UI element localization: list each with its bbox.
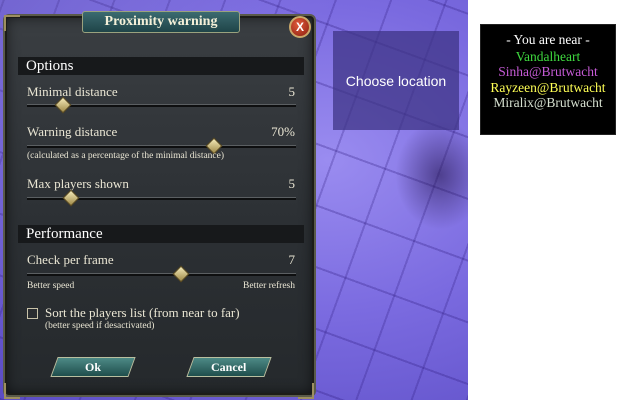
sort-players-label: Sort the players list (from near to far) <box>45 305 240 320</box>
frame-corner <box>4 383 20 399</box>
max-players-label: Max players shown <box>27 176 129 191</box>
choose-location-label: Choose location <box>345 72 447 89</box>
max-players-slider[interactable] <box>27 189 296 207</box>
nearby-player-name: Sinha@Brutwacht <box>498 64 598 79</box>
nearby-header: - You are near - <box>506 32 590 47</box>
frame-corner <box>298 383 314 399</box>
minimal-distance-value: 5 <box>288 84 296 99</box>
warning-distance-note: (calculated as a percentage of the minim… <box>27 151 225 161</box>
minimal-distance-label: Minimal distance <box>27 84 118 99</box>
warning-distance-value: 70% <box>271 124 295 139</box>
check-per-frame-value: 7 <box>288 252 296 267</box>
check-per-frame-label: Check per frame <box>27 252 114 267</box>
nearby-player-name: Vandalheart <box>515 48 581 64</box>
ok-label: Ok <box>84 360 101 374</box>
cancel-label: Cancel <box>211 360 247 374</box>
better-refresh-caption: Better refresh <box>243 281 295 291</box>
sort-players-note: (better speed if desactivated) <box>45 321 155 331</box>
check-per-frame-slider[interactable] <box>27 265 296 283</box>
better-speed-caption: Better speed <box>27 281 75 291</box>
dialog-title: Proximity warning <box>82 11 240 33</box>
frame-corner <box>4 15 20 31</box>
shadow-patch <box>395 120 468 230</box>
nearby-players-box: - You are near - Vandalheart Sinha@Brutw… <box>480 24 616 135</box>
options-heading: Options <box>18 57 304 75</box>
close-icon[interactable]: X <box>289 16 311 38</box>
nearby-player-name: Miralix@Brutwacht <box>493 95 603 110</box>
choose-location-overlay[interactable]: Choose location <box>333 31 459 130</box>
ok-button[interactable]: Ok <box>50 357 136 377</box>
warning-distance-slider[interactable] <box>27 137 296 155</box>
max-players-value: 5 <box>288 176 296 191</box>
minimal-distance-slider[interactable] <box>27 96 296 114</box>
performance-heading: Performance <box>18 225 304 243</box>
nearby-player-name: Rayzeen@Brutwacht <box>490 79 606 95</box>
sort-players-checkbox[interactable] <box>27 308 38 319</box>
cancel-button[interactable]: Cancel <box>186 357 272 377</box>
warning-distance-label: Warning distance <box>27 124 118 139</box>
